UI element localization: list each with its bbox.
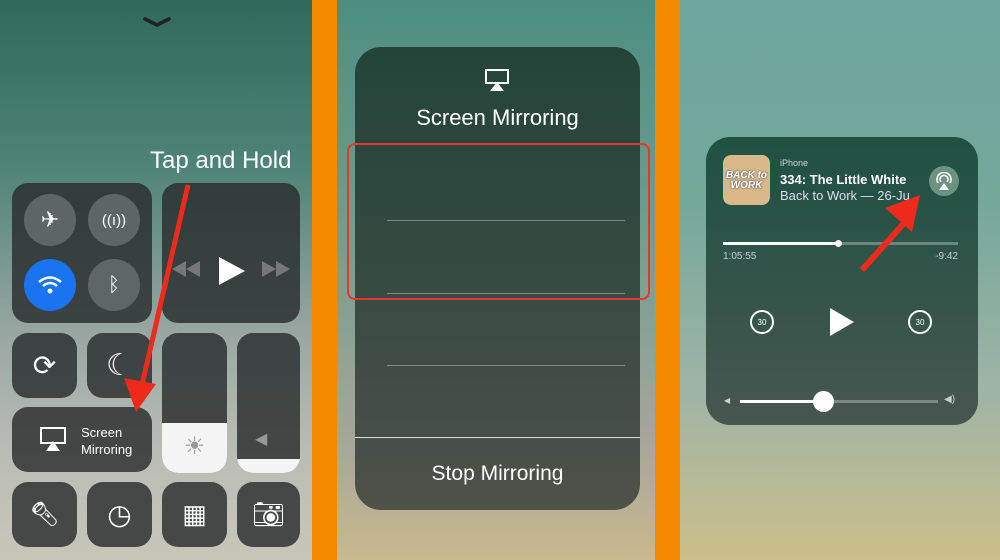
control-center-panel: Tap and Hold ✈ ((ı)) ᛒ ⟳ ☾ ☀ ◀ Screen Mi…	[0, 0, 312, 560]
red-arrow-annotation	[859, 195, 920, 273]
stop-mirroring-button[interactable]: Stop Mirroring	[355, 438, 640, 510]
screen-mirroring-title: Screen Mirroring	[416, 105, 579, 130]
airplay-icon	[485, 69, 509, 91]
divider	[387, 365, 625, 366]
highlight-box-annotation	[347, 143, 650, 300]
screen-mirroring-panel: Screen Mirroring Stop Mirroring	[337, 0, 655, 560]
red-arrow-annotation	[124, 184, 191, 412]
now-playing-panel: BACK to WORK iPhone 334: The Little Whit…	[680, 0, 1000, 560]
